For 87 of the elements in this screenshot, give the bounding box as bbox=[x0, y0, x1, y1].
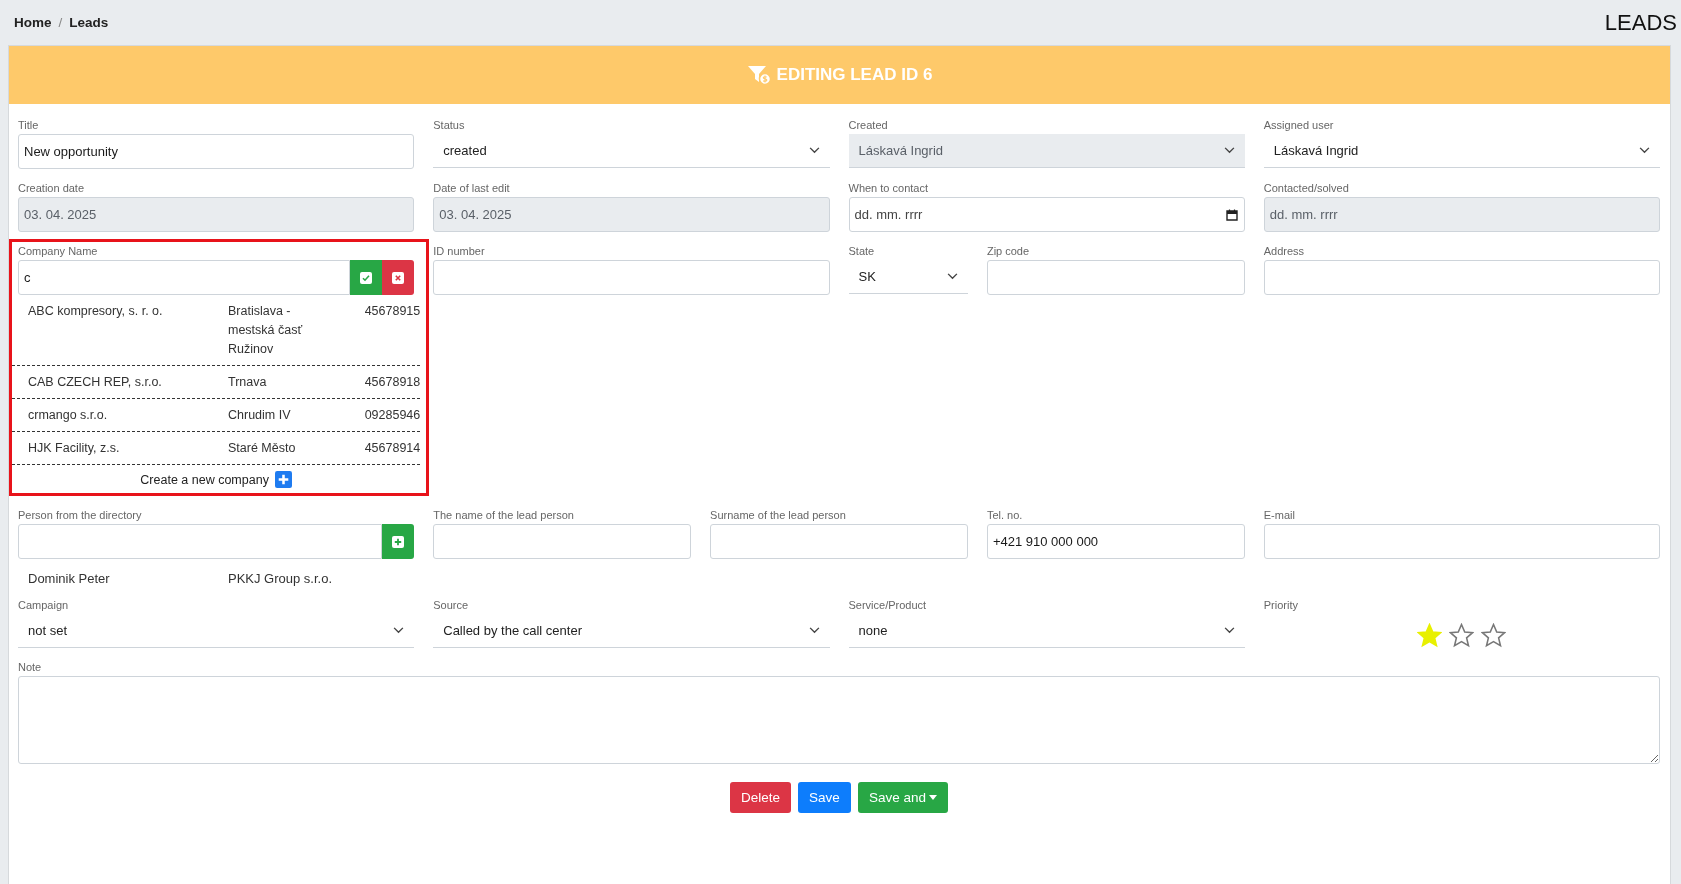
select-field[interactable]: not set bbox=[18, 614, 415, 648]
field-label: Zip code bbox=[986, 245, 1031, 257]
date-field[interactable]: dd. mm. rrrr bbox=[848, 197, 1245, 232]
field-label: The name of the lead person bbox=[433, 509, 575, 521]
company-id: 45678914 bbox=[363, 440, 421, 457]
field-label: Creation date bbox=[18, 182, 86, 194]
field-label: Tel. no. bbox=[986, 509, 1024, 521]
text-field[interactable] bbox=[986, 260, 1245, 295]
person-result-row[interactable]: Dominik Peter PKKJ Group s.r.o. bbox=[18, 559, 415, 586]
company-id: 45678918 bbox=[363, 374, 421, 391]
card-title: EDITING LEAD ID 6 bbox=[776, 65, 933, 85]
chevron-down-icon bbox=[1223, 147, 1235, 154]
field-label: Priority bbox=[1263, 599, 1299, 611]
company-name: CAB CZECH REP, s.r.o. bbox=[28, 374, 163, 391]
field-label: Contacted/solved bbox=[1263, 182, 1350, 194]
person-name: Dominik Peter bbox=[28, 571, 111, 586]
text-field[interactable] bbox=[433, 260, 830, 295]
company-name: crmango s.r.o. bbox=[28, 407, 109, 424]
plus-icon bbox=[274, 471, 292, 488]
field-label: Title bbox=[18, 119, 40, 131]
checkmark-icon bbox=[360, 271, 373, 284]
field-label: Company Name bbox=[18, 245, 99, 257]
field-label: ID number bbox=[433, 245, 486, 257]
field-label: When to contact bbox=[848, 182, 929, 194]
company-id: 09285946 bbox=[363, 407, 421, 424]
select-field[interactable]: Láskavá Ingrid bbox=[1263, 134, 1660, 168]
company-result-row[interactable]: crmango s.r.o. Chrudim IV 09285946 bbox=[12, 399, 421, 432]
company-city: Bratislava - mestská časť Ružinov bbox=[228, 303, 304, 358]
breadcrumb-link[interactable]: Leads bbox=[69, 15, 109, 30]
action-button[interactable]: Save bbox=[798, 782, 851, 813]
company-id: 45678915 bbox=[363, 303, 421, 320]
company-result-row[interactable]: HJK Facility, z.s. Staré Město 45678914 bbox=[12, 432, 421, 465]
add-person-button[interactable] bbox=[382, 524, 415, 559]
field-label: Service/Product bbox=[848, 599, 928, 611]
chevron-down-icon bbox=[946, 273, 958, 280]
calendar-icon[interactable] bbox=[1225, 209, 1238, 221]
text-field[interactable] bbox=[710, 524, 968, 559]
company-result-row[interactable]: CAB CZECH REP, s.r.o. Trnava 45678918 bbox=[12, 366, 421, 399]
star-icon[interactable] bbox=[1449, 623, 1475, 648]
chevron-down-icon bbox=[1639, 147, 1650, 154]
field-label: Person from the directory bbox=[18, 509, 143, 521]
close-icon bbox=[392, 271, 405, 284]
chevron-down-icon bbox=[393, 627, 405, 634]
field-label: Assigned user bbox=[1263, 119, 1335, 131]
breadcrumb-separator: / bbox=[58, 15, 63, 30]
field-label: Campaign bbox=[18, 599, 70, 611]
chevron-down-icon bbox=[808, 627, 820, 634]
person-search-field[interactable] bbox=[18, 524, 383, 559]
text-field[interactable] bbox=[433, 524, 692, 559]
field-label: Created bbox=[848, 119, 889, 131]
cancel-button[interactable] bbox=[382, 260, 415, 295]
text-field[interactable]: New opportunity bbox=[18, 134, 415, 169]
page-title: LEADS bbox=[1604, 9, 1677, 36]
plus-icon bbox=[392, 535, 405, 548]
field-label: Address bbox=[1263, 245, 1306, 257]
company-name: ABC kompresory, s. r. o. bbox=[28, 303, 164, 320]
action-button[interactable]: Delete bbox=[730, 782, 792, 813]
note-textarea[interactable] bbox=[18, 676, 1660, 764]
star-icon[interactable] bbox=[1481, 623, 1507, 648]
person-company: PKKJ Group s.r.o. bbox=[228, 571, 334, 586]
text-field[interactable]: +421 910 000 000 bbox=[986, 524, 1245, 559]
company-search-field[interactable]: c bbox=[18, 260, 351, 295]
field-label: Source bbox=[433, 599, 470, 611]
confirm-button[interactable] bbox=[350, 260, 383, 295]
caret-down-icon bbox=[928, 795, 937, 800]
field-label: Status bbox=[433, 119, 466, 131]
select-field[interactable]: created bbox=[433, 134, 830, 168]
chevron-down-icon bbox=[808, 147, 820, 154]
company-city: Trnava bbox=[228, 374, 268, 391]
field-label: State bbox=[848, 245, 876, 257]
field-label: Surname of the lead person bbox=[710, 509, 847, 521]
company-name: HJK Facility, z.s. bbox=[28, 440, 121, 457]
text-field[interactable] bbox=[1263, 524, 1660, 559]
select-field[interactable]: Called by the call center bbox=[433, 614, 830, 648]
create-company-link[interactable]: Create a new company bbox=[12, 465, 421, 493]
field-label: Note bbox=[18, 661, 43, 673]
select-field[interactable]: none bbox=[848, 614, 1245, 648]
text-field[interactable] bbox=[1263, 260, 1660, 295]
company-result-row[interactable]: ABC kompresory, s. r. o. Bratislava - mestská časť Ružinov 45678915 bbox=[12, 295, 421, 366]
field-label: Date of last edit bbox=[433, 182, 511, 194]
select-field[interactable]: SK bbox=[848, 260, 968, 294]
company-city: Chrudim IV bbox=[228, 407, 292, 424]
breadcrumb-link[interactable]: Home bbox=[14, 15, 52, 30]
funnel-coin-icon bbox=[746, 64, 771, 86]
chevron-down-icon bbox=[1223, 627, 1235, 634]
field-label: E-mail bbox=[1263, 509, 1296, 521]
company-city: Staré Město bbox=[228, 440, 297, 457]
